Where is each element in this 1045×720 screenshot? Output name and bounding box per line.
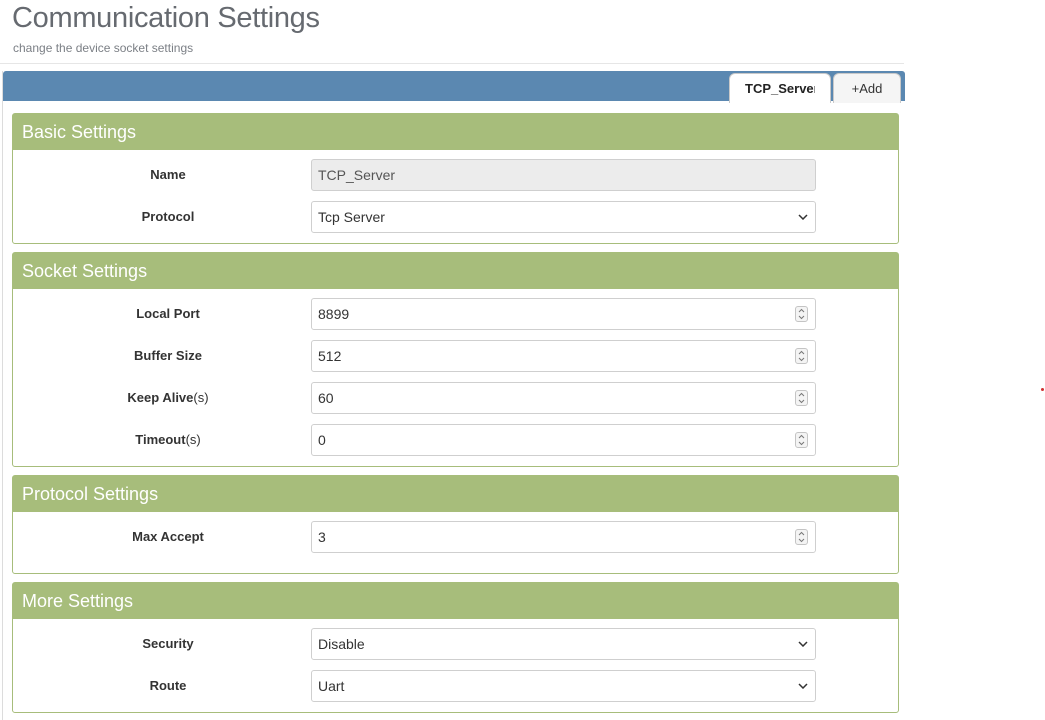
tab-bar: TCP_Server +Add — [3, 71, 905, 103]
route-value: Uart — [318, 678, 345, 694]
name-value: TCP_Server — [318, 167, 396, 183]
section-title: Socket Settings — [13, 253, 898, 289]
page-subtitle: change the device socket settings — [13, 41, 194, 55]
field-label: Buffer Size — [134, 348, 202, 363]
field-label: Route — [149, 678, 187, 693]
tab-add[interactable]: +Add — [833, 73, 901, 103]
buffer-size-input[interactable]: 512 — [311, 340, 816, 372]
settings-panel: TCP_Server +Add Basic Settings Name TCP_… — [2, 71, 905, 720]
spinner-icon[interactable] — [795, 432, 808, 448]
chevron-down-icon — [797, 202, 809, 232]
spinner-icon[interactable] — [795, 306, 808, 322]
route-select[interactable]: Uart — [311, 670, 816, 702]
section-title: Basic Settings — [13, 114, 898, 150]
row-name: Name TCP_Server — [13, 159, 898, 191]
security-select[interactable]: Disable — [311, 628, 816, 660]
page-title: Communication Settings — [12, 2, 320, 34]
row-max-accept: Max Accept 3 — [13, 521, 898, 553]
spinner-icon[interactable] — [795, 529, 808, 545]
section-socket-settings: Socket Settings Local Port 8899 Buffer S… — [12, 252, 899, 467]
red-dot — [1041, 388, 1044, 391]
row-local-port: Local Port 8899 — [13, 298, 898, 330]
timeout-value: 0 — [318, 432, 326, 448]
row-keep-alive: Keep Alive(s) 60 — [13, 382, 898, 414]
field-label: Max Accept — [132, 529, 204, 544]
chevron-down-icon — [797, 671, 809, 701]
chevron-down-icon — [797, 629, 809, 659]
protocol-value: Tcp Server — [318, 209, 385, 225]
local-port-value: 8899 — [318, 306, 350, 322]
timeout-input[interactable]: 0 — [311, 424, 816, 456]
field-label: Name — [150, 167, 186, 182]
row-buffer-size: Buffer Size 512 — [13, 340, 898, 372]
section-more-settings: More Settings Security Disable Route Uar… — [12, 582, 899, 713]
field-label: Timeout(s) — [135, 432, 201, 447]
field-label: Keep Alive(s) — [127, 390, 209, 405]
protocol-select[interactable]: Tcp Server — [311, 201, 816, 233]
row-protocol: Protocol Tcp Server — [13, 201, 898, 233]
field-label: Security — [142, 636, 194, 651]
row-timeout: Timeout(s) 0 — [13, 424, 898, 456]
row-route: Route Uart — [13, 670, 898, 702]
section-protocol-settings: Protocol Settings Max Accept 3 — [12, 475, 899, 574]
section-title: More Settings — [13, 583, 898, 619]
max-accept-value: 3 — [318, 529, 326, 545]
local-port-input[interactable]: 8899 — [311, 298, 816, 330]
header-divider — [0, 63, 904, 64]
row-security: Security Disable — [13, 628, 898, 660]
tab-label: TCP_Server — [745, 81, 815, 96]
tab-label: +Add — [851, 81, 883, 96]
max-accept-input[interactable]: 3 — [311, 521, 816, 553]
field-label: Local Port — [136, 306, 200, 321]
tab-tcp-server[interactable]: TCP_Server — [729, 73, 831, 103]
section-title: Protocol Settings — [13, 476, 898, 512]
security-value: Disable — [318, 636, 365, 652]
spinner-icon[interactable] — [795, 390, 808, 406]
section-basic-settings: Basic Settings Name TCP_Server Protocol … — [12, 113, 899, 244]
buffer-size-value: 512 — [318, 348, 342, 364]
name-field[interactable]: TCP_Server — [311, 159, 816, 191]
keep-alive-value: 60 — [318, 390, 334, 406]
spinner-icon[interactable] — [795, 348, 808, 364]
field-label: Protocol — [141, 209, 195, 224]
keep-alive-input[interactable]: 60 — [311, 382, 816, 414]
